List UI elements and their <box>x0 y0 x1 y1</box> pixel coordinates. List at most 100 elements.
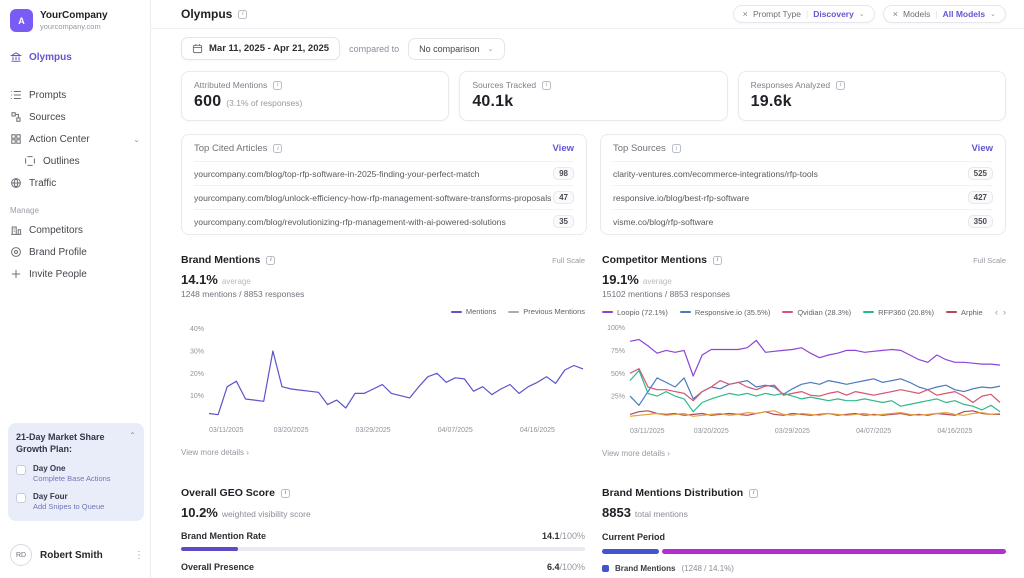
legend-swatch <box>863 311 874 313</box>
sidebar-item-traffic[interactable]: Traffic <box>0 172 150 194</box>
plus-icon <box>10 268 22 280</box>
sidebar-item-brand-profile[interactable]: Brand Profile <box>0 241 150 263</box>
full-scale-toggle[interactable]: Full Scale <box>552 256 585 265</box>
info-icon: i <box>672 144 681 153</box>
comparison-value: No comparison <box>419 44 480 54</box>
user-avatar: RD <box>10 544 32 566</box>
info-icon: i <box>273 81 282 90</box>
sidebar-item-label: Invite People <box>29 269 87 280</box>
sidebar-item-action-center[interactable]: Action Center ⌄ <box>0 128 150 150</box>
top-cited-articles-card: Top Cited Articlesi View yourcompany.com… <box>181 134 587 235</box>
sidebar-item-olympus[interactable]: Olympus <box>0 46 150 68</box>
competitor-mentions-panel: Competitor Mentionsi Full Scale 19.1% av… <box>602 254 1006 458</box>
building-icon <box>10 224 22 236</box>
count-badge: 35 <box>553 215 574 228</box>
stat-cards: Attributed Mentionsi 600 (3.1% of respon… <box>181 71 1006 121</box>
competitor-chart-legend: Loopio (72.1%) Responsive.io (35.5%) Qvidi… <box>602 307 1006 317</box>
legend-item[interactable]: RFP360 (20.8%) <box>863 308 934 317</box>
growth-plan-title: 21-Day Market Share Growth Plan: <box>16 431 128 455</box>
svg-text:25%: 25% <box>611 394 625 401</box>
geo-score-panel: Overall GEO Scorei 10.2% weighted visibi… <box>181 487 585 578</box>
geo-score-label: weighted visibility score <box>222 509 311 519</box>
globe-icon <box>10 177 22 189</box>
growth-plan-item: Day Four Add Snipes to Queue <box>16 492 136 511</box>
card-title: Top Cited Articles <box>194 143 267 154</box>
info-icon: i <box>281 489 290 498</box>
list-item[interactable]: yourcompany.com/blog/unlock-efficiency-h… <box>194 185 574 209</box>
chevron-down-icon: ⌄ <box>990 10 996 18</box>
legend-item[interactable]: Mentions <box>451 307 496 316</box>
company-switcher[interactable]: A YourCompany yourcompany.com <box>0 0 150 40</box>
sidebar: A YourCompany yourcompany.com Olympus Pr… <box>0 0 151 578</box>
chart-title: Brand Mentions <box>181 254 260 266</box>
legend-item[interactable]: Responsive.io (35.5%) <box>680 308 770 317</box>
app-root: A YourCompany yourcompany.com Olympus Pr… <box>0 0 1024 578</box>
growth-task-label[interactable]: Complete Base Actions <box>33 474 111 483</box>
view-more-link[interactable]: View more details › <box>181 448 585 457</box>
legend-scroll-left[interactable]: ‹ <box>995 307 998 317</box>
legend-swatch <box>508 311 519 313</box>
view-link[interactable]: View <box>972 143 993 154</box>
chevron-up-icon[interactable]: ⌃ <box>129 431 136 455</box>
legend-scroll-right[interactable]: › <box>1003 307 1006 317</box>
list-item[interactable]: responsive.io/blog/best-rfp-software 427 <box>613 185 993 209</box>
growth-plan-panel: 21-Day Market Share Growth Plan: ⌃ Day O… <box>8 423 144 521</box>
count-badge: 427 <box>968 191 993 204</box>
kebab-menu-icon[interactable]: ⋮ <box>134 550 144 561</box>
distribution-segment <box>602 549 659 554</box>
sidebar-item-outlines[interactable]: Outlines <box>0 150 150 172</box>
svg-text:04/16/2025: 04/16/2025 <box>520 427 555 434</box>
date-range-button[interactable]: Mar 11, 2025 - Apr 21, 2025 <box>181 37 340 60</box>
legend-swatch <box>451 311 462 313</box>
sidebar-item-label: Olympus <box>29 52 72 63</box>
svg-text:03/29/2025: 03/29/2025 <box>356 427 391 434</box>
day-four-checkbox[interactable] <box>16 493 26 503</box>
prompt-type-filter[interactable]: × Prompt Type | Discovery ⌄ <box>733 5 875 23</box>
list-item[interactable]: clarity-ventures.com/ecommerce-integrati… <box>613 161 993 185</box>
info-icon: i <box>266 256 275 265</box>
stat-value: 600 <box>194 93 221 111</box>
svg-text:03/20/2025: 03/20/2025 <box>694 428 729 435</box>
svg-text:20%: 20% <box>190 371 204 378</box>
sidebar-item-prompts[interactable]: Prompts <box>0 84 150 106</box>
user-menu-row[interactable]: RD Robert Smith ⋮ <box>10 544 144 566</box>
day-one-checkbox[interactable] <box>16 465 26 475</box>
competitor-mentions-chart[interactable]: 25%50%75%100%03/11/202503/20/202503/29/2… <box>602 317 1006 444</box>
main-content: Olympus i × Prompt Type | Discovery ⌄ × … <box>151 0 1024 578</box>
svg-text:40%: 40% <box>190 326 204 333</box>
legend-swatch <box>680 311 691 313</box>
legend-item[interactable]: Qvidian (28.3%) <box>782 308 851 317</box>
total-mentions-value: 8853 <box>602 505 631 520</box>
sidebar-item-competitors[interactable]: Competitors <box>0 219 150 241</box>
filter-value: Discovery <box>813 9 854 19</box>
info-icon: i <box>836 81 845 90</box>
distribution-legend: Brand Mentions(1248 / 14.1%)Competitor M… <box>602 564 1006 578</box>
source-url: visme.co/blog/rfp-software <box>613 217 713 227</box>
svg-text:03/29/2025: 03/29/2025 <box>775 428 810 435</box>
close-icon[interactable]: × <box>893 9 898 19</box>
stat-card-sources-tracked: Sources Trackedi 40.1k <box>459 71 727 121</box>
sidebar-item-sources[interactable]: Sources <box>0 106 150 128</box>
view-link[interactable]: View <box>553 143 574 154</box>
stat-label: Attributed Mentions <box>194 80 267 90</box>
list-item[interactable]: visme.co/blog/rfp-software 350 <box>613 209 993 233</box>
chevron-down-icon[interactable]: ⌄ <box>133 135 140 144</box>
svg-text:10%: 10% <box>190 393 204 400</box>
legend-item[interactable]: Arphie (4.6%) <box>946 308 983 317</box>
comparison-dropdown[interactable]: No comparison ⌄ <box>408 38 504 60</box>
models-filter[interactable]: × Models | All Models ⌄ <box>883 5 1006 23</box>
sidebar-item-invite-people[interactable]: Invite People <box>0 263 150 285</box>
brand-mentions-chart[interactable]: 10%20%30%40%03/11/202503/20/202503/29/20… <box>181 316 585 443</box>
close-icon[interactable]: × <box>743 9 748 19</box>
list-item[interactable]: yourcompany.com/blog/revolutionizing-rfp… <box>194 209 574 233</box>
legend-item[interactable]: Loopio (72.1%) <box>602 308 668 317</box>
svg-text:50%: 50% <box>611 371 625 378</box>
filter-label: Prompt Type <box>753 9 801 19</box>
view-more-link[interactable]: View more details › <box>602 449 1006 458</box>
list-item[interactable]: yourcompany.com/blog/top-rfp-software-in… <box>194 161 574 185</box>
stat-value: 40.1k <box>472 93 513 111</box>
full-scale-toggle[interactable]: Full Scale <box>973 256 1006 265</box>
legend-item[interactable]: Previous Mentions <box>508 307 585 316</box>
growth-task-label[interactable]: Add Snipes to Queue <box>33 502 104 511</box>
user-name: Robert Smith <box>40 550 103 561</box>
